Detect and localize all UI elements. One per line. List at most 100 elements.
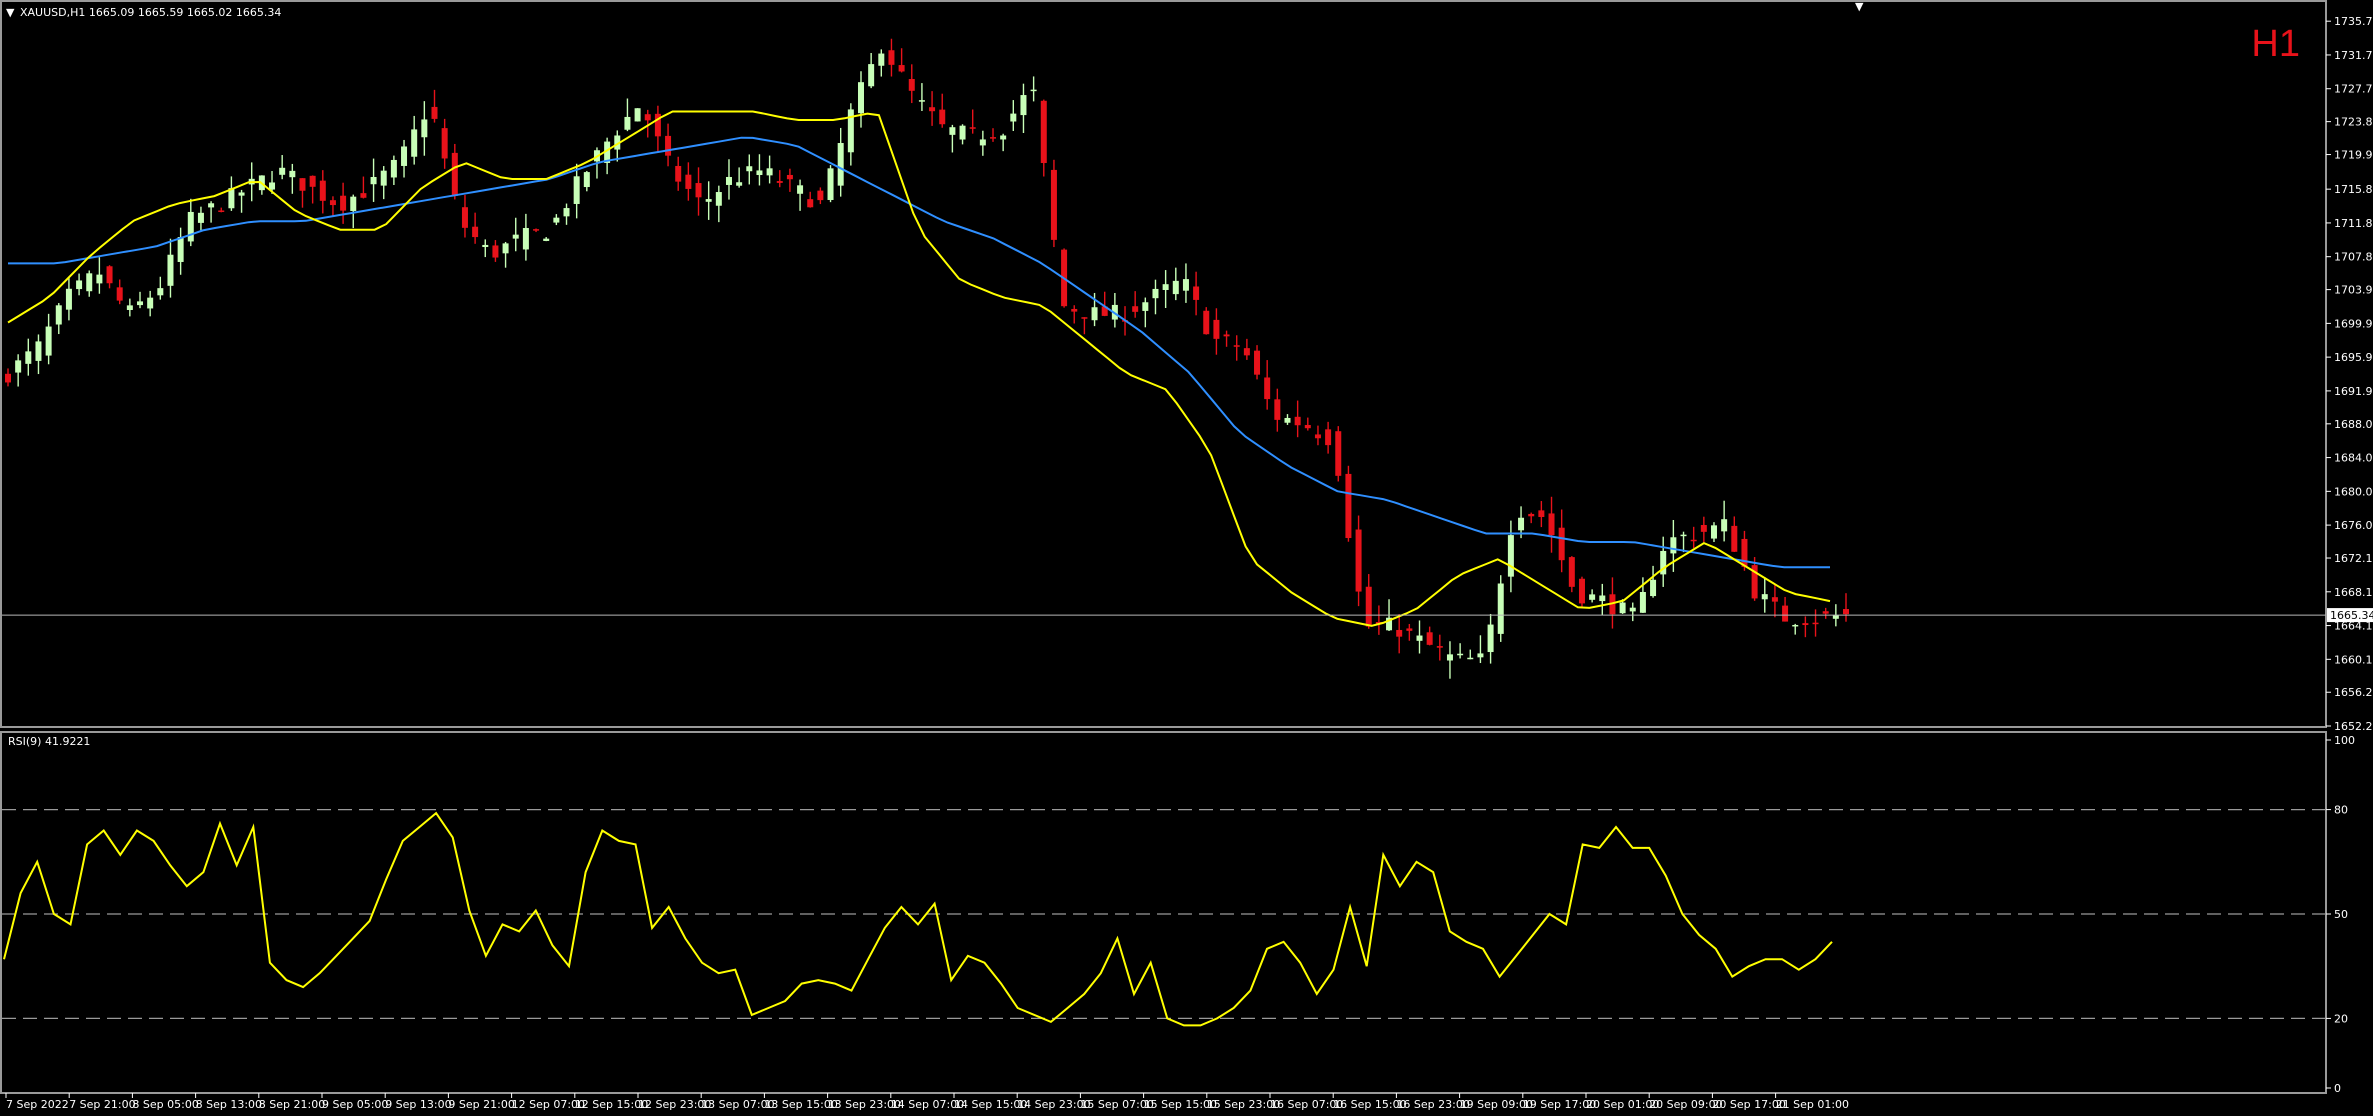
candle-body (1243, 348, 1250, 356)
time-axis-label: 7 Sep 2022 (6, 1098, 69, 1111)
candle-body (1254, 350, 1261, 375)
candle-body (512, 234, 519, 239)
candle-body (390, 159, 397, 178)
candle-body (431, 106, 438, 119)
candle-body (5, 373, 11, 383)
candle-body (350, 196, 357, 211)
candle-body (634, 108, 641, 122)
candle-body (969, 127, 976, 129)
candle-body (1589, 594, 1596, 600)
candle-body (563, 208, 570, 217)
candle-body (817, 190, 824, 201)
candle-body (1507, 535, 1514, 577)
candle-body (1050, 169, 1057, 240)
candle-body (1071, 308, 1078, 312)
candle-body (1365, 586, 1372, 627)
candle-body (583, 172, 590, 188)
candle-body (1203, 310, 1210, 335)
candle-body (137, 301, 144, 306)
candle-body (1680, 534, 1687, 537)
time-axis-label: 8 Sep 13:00 (196, 1098, 262, 1111)
candle-body (370, 177, 377, 185)
candle-body (878, 53, 885, 66)
candle-body (329, 200, 336, 206)
candle-body (675, 165, 682, 182)
candle-body (1213, 319, 1220, 339)
candle-body (1578, 578, 1585, 604)
candle-body (979, 139, 986, 146)
candle-body (1710, 525, 1717, 539)
time-axis-label: 8 Sep 21:00 (259, 1098, 325, 1111)
candle-body (421, 119, 428, 138)
chart-shift-marker-icon[interactable]: ▼ (1855, 0, 1864, 13)
candle-body (482, 244, 489, 248)
candle-body (827, 168, 834, 200)
candle-body (685, 174, 692, 189)
price-axis-label: 1684.00 (2334, 452, 2373, 465)
candle-body (106, 266, 113, 284)
candle-body (1345, 473, 1352, 539)
candle-body (1771, 597, 1778, 602)
candle-body (1020, 95, 1027, 116)
candle-body (776, 181, 783, 183)
candle-body (1000, 135, 1007, 140)
candle-body (543, 238, 550, 241)
candle-body (279, 167, 286, 175)
time-axis-label: 9 Sep 13:00 (385, 1098, 451, 1111)
candle-body (1132, 306, 1139, 312)
candle-body (1731, 525, 1738, 552)
price-axis-label: 1723.80 (2334, 116, 2373, 129)
candle-body (340, 195, 347, 211)
candle-body (1284, 417, 1291, 423)
candle-body (553, 217, 560, 223)
candle-body (1792, 624, 1799, 627)
candle-body (1426, 632, 1433, 645)
symbol-info: XAUUSD,H1 1665.09 1665.59 1665.02 1665.3… (20, 6, 281, 19)
candle-body (411, 129, 418, 157)
candle-body (472, 226, 479, 238)
candle-body (918, 100, 925, 102)
candle-body (665, 135, 672, 156)
price-axis-label: 1735.70 (2334, 15, 2373, 28)
price-axis-label: 1676.00 (2334, 519, 2373, 532)
candle-body (218, 210, 225, 212)
rsi-axis-label: 20 (2334, 1012, 2348, 1025)
candle-body (725, 176, 732, 185)
rsi-header: RSI(9) 41.9221 (8, 735, 90, 748)
candle-body (533, 229, 540, 231)
candle-body (1538, 510, 1545, 517)
candle-body (522, 228, 529, 250)
candle-body (1650, 579, 1657, 597)
candle-body (208, 203, 215, 208)
candle-body (1639, 592, 1646, 613)
candle-body (908, 79, 915, 91)
candle-body (309, 175, 316, 187)
candle-body (1304, 424, 1311, 429)
candle-body (15, 360, 22, 373)
candle-body (1396, 629, 1403, 637)
candle-body (1832, 615, 1839, 619)
candle-body (888, 50, 895, 65)
trading-chart[interactable]: ▼ XAUUSD,H1 1665.09 1665.59 1665.02 1665… (0, 0, 2373, 1116)
candle-body (1325, 429, 1332, 446)
candle-body (1162, 284, 1169, 290)
candle-body (1193, 286, 1200, 300)
candle-body (746, 166, 753, 172)
candle-body (1812, 622, 1819, 625)
candle-body (167, 254, 174, 286)
candle-body (1477, 653, 1484, 658)
price-axis-label: 1652.20 (2334, 720, 2373, 733)
price-axis-label: 1707.80 (2334, 251, 2373, 264)
candle-body (1264, 377, 1271, 400)
candle-body (360, 193, 367, 198)
candle-body (1233, 345, 1240, 347)
candle-body (187, 211, 194, 242)
candle-body (1487, 624, 1494, 653)
chart-scroll-marker-icon[interactable]: ▼ (6, 6, 15, 19)
candle-body (177, 237, 184, 262)
candle-body (299, 178, 306, 191)
candle-body (1528, 513, 1535, 517)
time-axis-label: 9 Sep 05:00 (322, 1098, 388, 1111)
candle-body (949, 127, 956, 135)
candle-body (1030, 89, 1037, 92)
